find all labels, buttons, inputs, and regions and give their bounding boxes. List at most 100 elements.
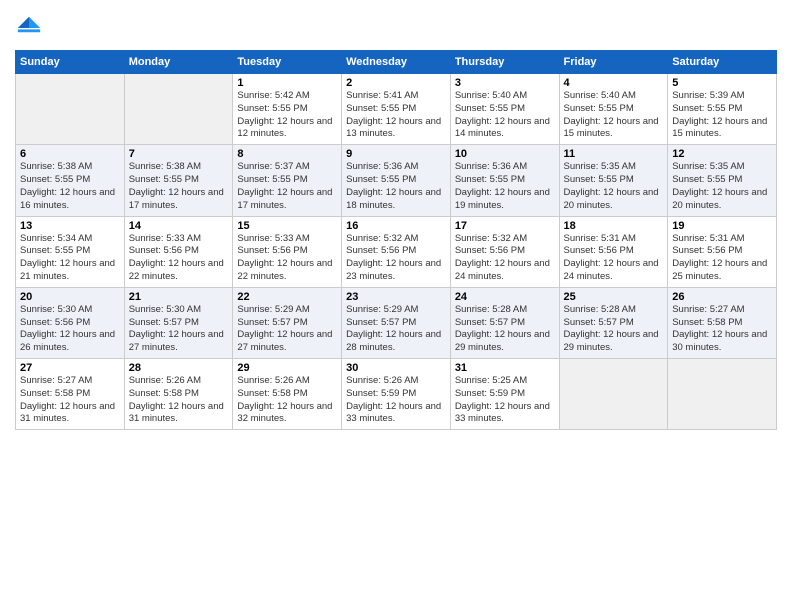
calendar-cell: 29Sunrise: 5:26 AM Sunset: 5:58 PM Dayli… xyxy=(233,359,342,430)
calendar-cell: 12Sunrise: 5:35 AM Sunset: 5:55 PM Dayli… xyxy=(668,145,777,216)
calendar-cell: 5Sunrise: 5:39 AM Sunset: 5:55 PM Daylig… xyxy=(668,74,777,145)
day-number: 22 xyxy=(237,291,337,303)
day-number: 7 xyxy=(129,148,229,160)
weekday-header-sunday: Sunday xyxy=(16,51,125,74)
day-number: 24 xyxy=(455,291,555,303)
calendar-cell: 24Sunrise: 5:28 AM Sunset: 5:57 PM Dayli… xyxy=(450,287,559,358)
day-number: 19 xyxy=(672,220,772,232)
calendar-cell: 30Sunrise: 5:26 AM Sunset: 5:59 PM Dayli… xyxy=(342,359,451,430)
logo-icon xyxy=(15,14,43,42)
calendar-cell: 21Sunrise: 5:30 AM Sunset: 5:57 PM Dayli… xyxy=(124,287,233,358)
day-info: Sunrise: 5:31 AM Sunset: 5:56 PM Dayligh… xyxy=(564,233,664,284)
day-number: 21 xyxy=(129,291,229,303)
day-number: 16 xyxy=(346,220,446,232)
day-info: Sunrise: 5:35 AM Sunset: 5:55 PM Dayligh… xyxy=(564,161,664,212)
day-info: Sunrise: 5:41 AM Sunset: 5:55 PM Dayligh… xyxy=(346,90,446,141)
day-info: Sunrise: 5:26 AM Sunset: 5:58 PM Dayligh… xyxy=(129,375,229,426)
day-number: 17 xyxy=(455,220,555,232)
day-info: Sunrise: 5:29 AM Sunset: 5:57 PM Dayligh… xyxy=(237,304,337,355)
calendar-week-row: 20Sunrise: 5:30 AM Sunset: 5:56 PM Dayli… xyxy=(16,287,777,358)
calendar-cell: 16Sunrise: 5:32 AM Sunset: 5:56 PM Dayli… xyxy=(342,216,451,287)
day-info: Sunrise: 5:38 AM Sunset: 5:55 PM Dayligh… xyxy=(20,161,120,212)
day-info: Sunrise: 5:25 AM Sunset: 5:59 PM Dayligh… xyxy=(455,375,555,426)
day-info: Sunrise: 5:30 AM Sunset: 5:56 PM Dayligh… xyxy=(20,304,120,355)
day-number: 26 xyxy=(672,291,772,303)
calendar-cell: 8Sunrise: 5:37 AM Sunset: 5:55 PM Daylig… xyxy=(233,145,342,216)
calendar-cell: 25Sunrise: 5:28 AM Sunset: 5:57 PM Dayli… xyxy=(559,287,668,358)
calendar-cell: 17Sunrise: 5:32 AM Sunset: 5:56 PM Dayli… xyxy=(450,216,559,287)
calendar-cell: 9Sunrise: 5:36 AM Sunset: 5:55 PM Daylig… xyxy=(342,145,451,216)
day-number: 2 xyxy=(346,77,446,89)
day-info: Sunrise: 5:38 AM Sunset: 5:55 PM Dayligh… xyxy=(129,161,229,212)
calendar-cell: 10Sunrise: 5:36 AM Sunset: 5:55 PM Dayli… xyxy=(450,145,559,216)
day-number: 23 xyxy=(346,291,446,303)
day-number: 8 xyxy=(237,148,337,160)
weekday-header-thursday: Thursday xyxy=(450,51,559,74)
day-number: 20 xyxy=(20,291,120,303)
calendar-cell: 27Sunrise: 5:27 AM Sunset: 5:58 PM Dayli… xyxy=(16,359,125,430)
day-info: Sunrise: 5:39 AM Sunset: 5:55 PM Dayligh… xyxy=(672,90,772,141)
calendar-cell: 31Sunrise: 5:25 AM Sunset: 5:59 PM Dayli… xyxy=(450,359,559,430)
calendar-week-row: 13Sunrise: 5:34 AM Sunset: 5:55 PM Dayli… xyxy=(16,216,777,287)
day-info: Sunrise: 5:28 AM Sunset: 5:57 PM Dayligh… xyxy=(455,304,555,355)
calendar-week-row: 1Sunrise: 5:42 AM Sunset: 5:55 PM Daylig… xyxy=(16,74,777,145)
day-info: Sunrise: 5:36 AM Sunset: 5:55 PM Dayligh… xyxy=(346,161,446,212)
day-number: 6 xyxy=(20,148,120,160)
calendar-cell: 20Sunrise: 5:30 AM Sunset: 5:56 PM Dayli… xyxy=(16,287,125,358)
calendar-cell: 23Sunrise: 5:29 AM Sunset: 5:57 PM Dayli… xyxy=(342,287,451,358)
day-number: 10 xyxy=(455,148,555,160)
day-info: Sunrise: 5:40 AM Sunset: 5:55 PM Dayligh… xyxy=(564,90,664,141)
calendar-cell: 19Sunrise: 5:31 AM Sunset: 5:56 PM Dayli… xyxy=(668,216,777,287)
calendar-cell: 13Sunrise: 5:34 AM Sunset: 5:55 PM Dayli… xyxy=(16,216,125,287)
day-info: Sunrise: 5:32 AM Sunset: 5:56 PM Dayligh… xyxy=(455,233,555,284)
day-info: Sunrise: 5:27 AM Sunset: 5:58 PM Dayligh… xyxy=(672,304,772,355)
calendar-cell xyxy=(668,359,777,430)
weekday-header-row: SundayMondayTuesdayWednesdayThursdayFrid… xyxy=(16,51,777,74)
day-info: Sunrise: 5:33 AM Sunset: 5:56 PM Dayligh… xyxy=(237,233,337,284)
page: SundayMondayTuesdayWednesdayThursdayFrid… xyxy=(0,0,792,612)
day-number: 1 xyxy=(237,77,337,89)
day-info: Sunrise: 5:31 AM Sunset: 5:56 PM Dayligh… xyxy=(672,233,772,284)
day-info: Sunrise: 5:36 AM Sunset: 5:55 PM Dayligh… xyxy=(455,161,555,212)
day-number: 27 xyxy=(20,362,120,374)
day-number: 13 xyxy=(20,220,120,232)
day-info: Sunrise: 5:35 AM Sunset: 5:55 PM Dayligh… xyxy=(672,161,772,212)
calendar-cell: 22Sunrise: 5:29 AM Sunset: 5:57 PM Dayli… xyxy=(233,287,342,358)
calendar-cell: 18Sunrise: 5:31 AM Sunset: 5:56 PM Dayli… xyxy=(559,216,668,287)
day-number: 25 xyxy=(564,291,664,303)
calendar-cell: 1Sunrise: 5:42 AM Sunset: 5:55 PM Daylig… xyxy=(233,74,342,145)
calendar-cell: 14Sunrise: 5:33 AM Sunset: 5:56 PM Dayli… xyxy=(124,216,233,287)
day-number: 18 xyxy=(564,220,664,232)
day-info: Sunrise: 5:26 AM Sunset: 5:58 PM Dayligh… xyxy=(237,375,337,426)
calendar-cell xyxy=(16,74,125,145)
day-number: 30 xyxy=(346,362,446,374)
day-info: Sunrise: 5:26 AM Sunset: 5:59 PM Dayligh… xyxy=(346,375,446,426)
weekday-header-tuesday: Tuesday xyxy=(233,51,342,74)
calendar-cell: 4Sunrise: 5:40 AM Sunset: 5:55 PM Daylig… xyxy=(559,74,668,145)
weekday-header-friday: Friday xyxy=(559,51,668,74)
day-info: Sunrise: 5:29 AM Sunset: 5:57 PM Dayligh… xyxy=(346,304,446,355)
calendar-cell xyxy=(124,74,233,145)
calendar-cell: 11Sunrise: 5:35 AM Sunset: 5:55 PM Dayli… xyxy=(559,145,668,216)
day-number: 15 xyxy=(237,220,337,232)
day-info: Sunrise: 5:30 AM Sunset: 5:57 PM Dayligh… xyxy=(129,304,229,355)
day-info: Sunrise: 5:34 AM Sunset: 5:55 PM Dayligh… xyxy=(20,233,120,284)
weekday-header-wednesday: Wednesday xyxy=(342,51,451,74)
day-info: Sunrise: 5:37 AM Sunset: 5:55 PM Dayligh… xyxy=(237,161,337,212)
day-info: Sunrise: 5:33 AM Sunset: 5:56 PM Dayligh… xyxy=(129,233,229,284)
calendar-cell: 6Sunrise: 5:38 AM Sunset: 5:55 PM Daylig… xyxy=(16,145,125,216)
weekday-header-saturday: Saturday xyxy=(668,51,777,74)
calendar-week-row: 27Sunrise: 5:27 AM Sunset: 5:58 PM Dayli… xyxy=(16,359,777,430)
calendar-cell: 26Sunrise: 5:27 AM Sunset: 5:58 PM Dayli… xyxy=(668,287,777,358)
day-number: 28 xyxy=(129,362,229,374)
day-info: Sunrise: 5:42 AM Sunset: 5:55 PM Dayligh… xyxy=(237,90,337,141)
day-number: 12 xyxy=(672,148,772,160)
day-number: 3 xyxy=(455,77,555,89)
day-number: 9 xyxy=(346,148,446,160)
weekday-header-monday: Monday xyxy=(124,51,233,74)
day-info: Sunrise: 5:27 AM Sunset: 5:58 PM Dayligh… xyxy=(20,375,120,426)
day-number: 31 xyxy=(455,362,555,374)
calendar-cell: 3Sunrise: 5:40 AM Sunset: 5:55 PM Daylig… xyxy=(450,74,559,145)
day-number: 29 xyxy=(237,362,337,374)
calendar-table: SundayMondayTuesdayWednesdayThursdayFrid… xyxy=(15,50,777,430)
